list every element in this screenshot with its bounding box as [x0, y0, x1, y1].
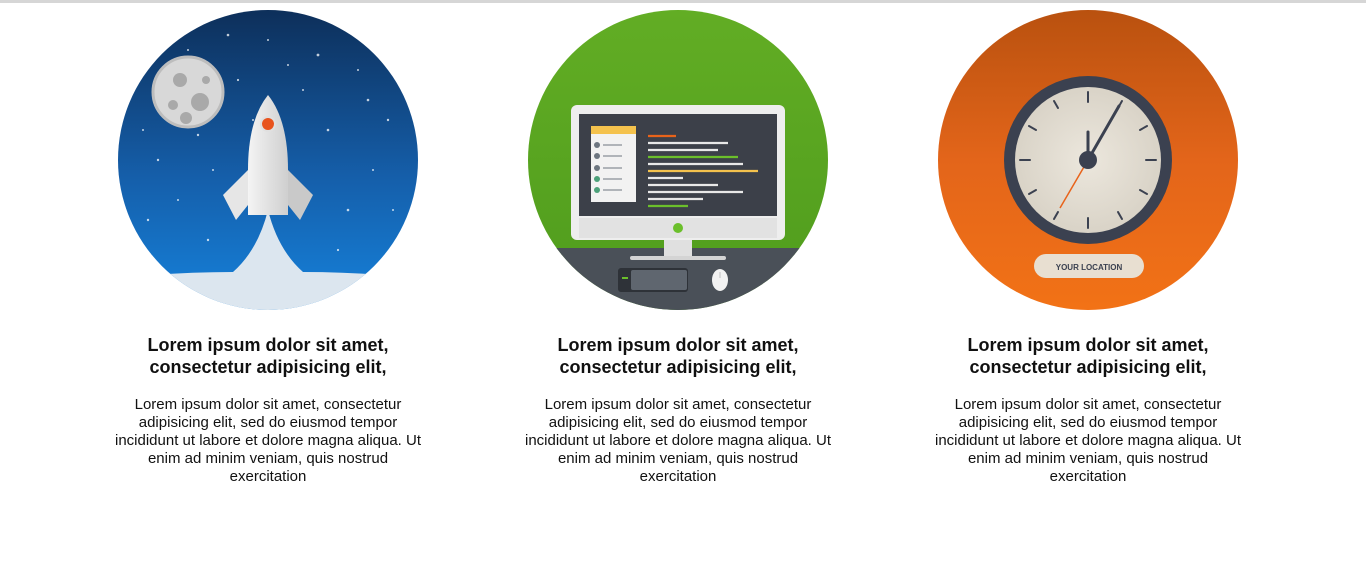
feature-card-2: Lorem ipsum dolor sit amet, consectetur …: [525, 10, 831, 486]
feature-description: Lorem ipsum dolor sit amet, consectetur …: [114, 396, 422, 485]
location-badge: YOUR LOCATION: [1056, 263, 1123, 272]
rocket-launch-illustration: [118, 10, 418, 310]
features-section: Lorem ipsum dolor sit amet, consectetur …: [0, 0, 1366, 566]
feature-description: Lorem ipsum dolor sit amet, consectetur …: [524, 396, 832, 485]
feature-description: Lorem ipsum dolor sit amet, consectetur …: [934, 396, 1242, 485]
feature-card-1: Lorem ipsum dolor sit amet, consectetur …: [115, 10, 421, 486]
clock-illustration: YOUR LOCATION: [938, 10, 1238, 310]
feature-card-3: YOUR LOCATION Lorem ipsum dolor sit amet…: [935, 10, 1241, 486]
desktop-computer-illustration: [528, 10, 828, 310]
feature-title: Lorem ipsum dolor sit amet, consectetur …: [967, 335, 1209, 377]
feature-title: Lorem ipsum dolor sit amet, consectetur …: [147, 335, 389, 377]
feature-title: Lorem ipsum dolor sit amet, consectetur …: [557, 335, 799, 377]
